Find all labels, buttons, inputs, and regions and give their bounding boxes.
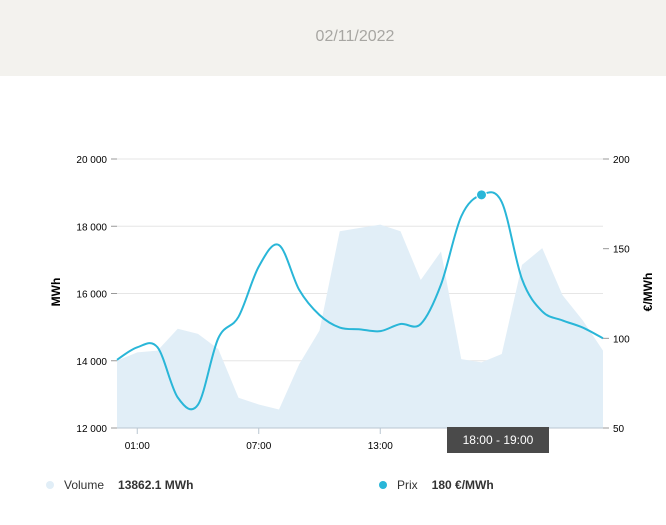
left-tick-label: 14 000 xyxy=(76,357,107,368)
hover-tooltip: 18:00 - 19:00 xyxy=(447,427,549,453)
legend-item-volume[interactable]: Volume 13862.1 MWh xyxy=(46,478,193,492)
left-tick-label: 16 000 xyxy=(76,290,107,301)
right-tick-label: 100 xyxy=(613,334,630,345)
right-tick-label: 50 xyxy=(613,424,625,435)
price-volume-chart: 12 000 14 000 16 000 18 000 20 000 50 100 150 20… xyxy=(49,155,655,452)
left-tick-label: 20 000 xyxy=(76,155,107,166)
volume-legend-label: Volume xyxy=(64,478,105,492)
volume-area-layer xyxy=(117,224,603,428)
x-tick-label: 13:00 xyxy=(368,441,393,452)
price-highlight-point xyxy=(476,189,487,201)
volume-area xyxy=(117,224,603,428)
prix-value: 180 €/MWh xyxy=(431,478,494,492)
left-tick-label: 18 000 xyxy=(76,222,107,233)
volume-value: 13862.1 MWh xyxy=(118,478,194,492)
right-tick-label: 150 xyxy=(613,245,630,256)
volume-legend-dot xyxy=(46,481,54,489)
left-axis-title: MWh xyxy=(49,278,63,307)
legend-item-prix[interactable]: Prix 180 €/MWh xyxy=(379,478,494,492)
x-tick-label: 07:00 xyxy=(246,441,271,452)
prix-legend-dot xyxy=(379,481,387,489)
left-tick-label: 12 000 xyxy=(76,424,107,435)
right-axis-title: €/MWh xyxy=(641,273,655,312)
right-tick-label: 200 xyxy=(613,155,630,166)
x-tick-label: 01:00 xyxy=(125,441,150,452)
prix-legend-label: Prix xyxy=(397,478,418,492)
